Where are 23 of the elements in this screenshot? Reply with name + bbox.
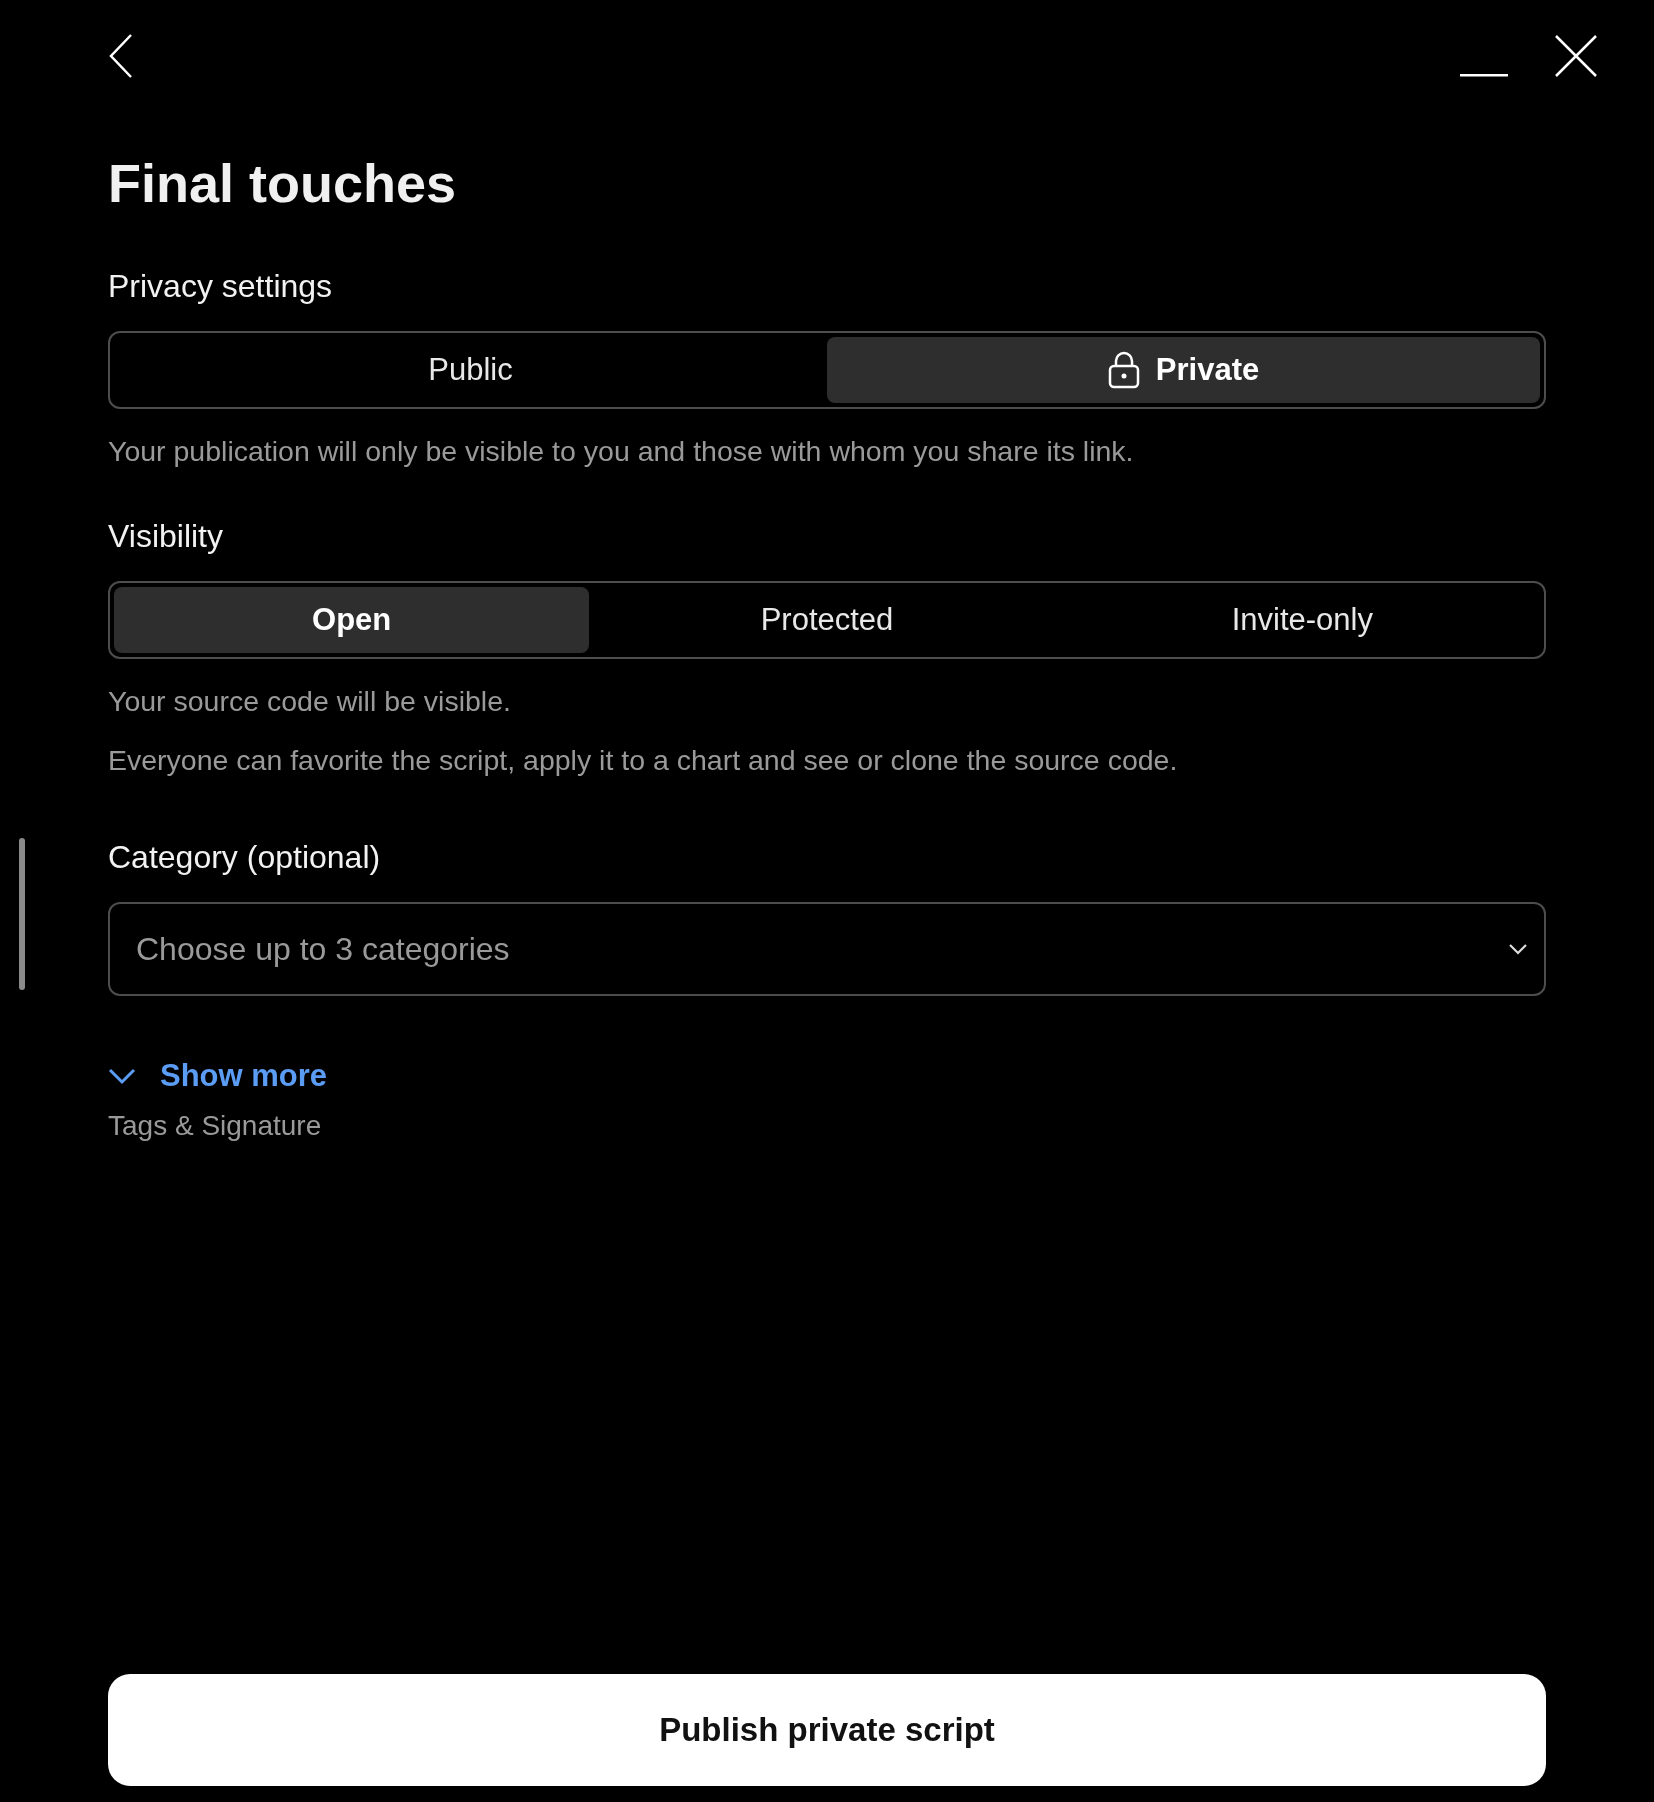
show-more-link[interactable]: Show more [108, 1058, 328, 1094]
privacy-description: Your publication will only be visible to you and those with whom you share its link. [108, 435, 1135, 468]
section-label: Visibility [108, 518, 224, 555]
chevron-icon [108, 1067, 136, 1085]
visibility-option[interactable]: Open [114, 587, 590, 653]
visibility-option[interactable]: Invite-only [1064, 587, 1540, 653]
scrollbar[interactable] [19, 838, 25, 990]
privacy-option[interactable]: Public [114, 337, 827, 403]
close-icon[interactable] [1554, 34, 1598, 78]
visibility-description: Your source code will be visible. [108, 685, 512, 718]
back-icon[interactable] [108, 33, 134, 79]
lock-icon [1107, 351, 1140, 389]
privacy-option[interactable]: Private [827, 337, 1540, 403]
visibility-option[interactable]: Protected [589, 587, 1065, 653]
show-more-subtitle: Tags & Signature [108, 1110, 323, 1142]
visibility-description: Everyone can favorite the script, apply it to a chart and see or clone the source code. [108, 744, 1179, 777]
section-label: Category (optional) [108, 839, 382, 876]
category-dropdown[interactable]: Choose up to 3 categories [108, 902, 1546, 996]
chevron-down-icon [1508, 943, 1528, 955]
page-title: Final touches [108, 156, 458, 210]
publish-button[interactable]: Publish private script [108, 1674, 1546, 1786]
minimize-icon[interactable] [1460, 74, 1508, 78]
section-label: Privacy settings [108, 268, 334, 305]
